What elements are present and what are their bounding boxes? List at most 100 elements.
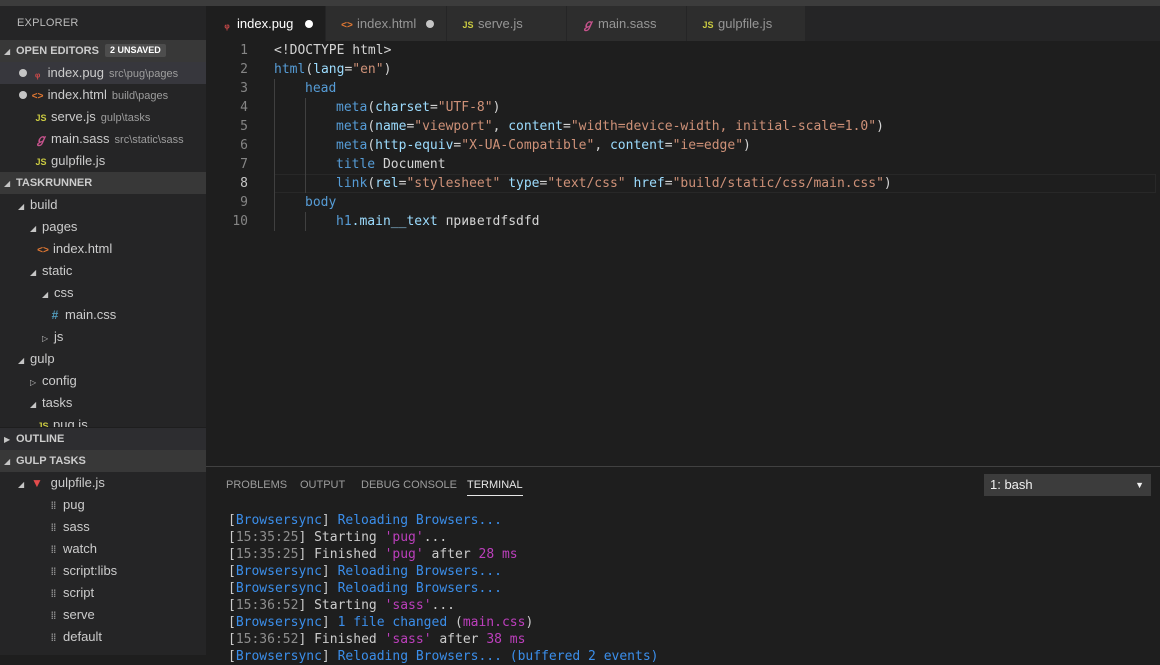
section-gulp-tasks[interactable]: ◢ GULP TASKS	[0, 450, 206, 472]
html-file-icon: <>	[31, 91, 44, 102]
section-label: GULP TASKS	[16, 455, 86, 467]
terminal-line: [15:36:52] Finished 'sass' after 38 ms	[228, 632, 526, 647]
tab-index-pug[interactable]: ᵩ index.pug	[206, 6, 326, 41]
gulp-task-item[interactable]: ⁞⁞ script:libs	[0, 560, 206, 582]
code-line: body	[305, 193, 336, 212]
code-editor[interactable]: 1 2 3 4 5 6 7 8 9 10 <!DOCTYPE html> htm…	[206, 41, 1160, 466]
string-token: "X-UA-Compatible"	[461, 138, 595, 153]
tab-label: index.pug	[237, 16, 294, 31]
terminal-line: [Browsersync] Reloading Browsers... (buf…	[228, 649, 659, 664]
gulp-task-item[interactable]: ⁞⁞ sass	[0, 516, 206, 538]
section-taskrunner[interactable]: ◢ TASKRUNNER	[0, 172, 206, 194]
tree-folder-css[interactable]: ◢ css	[0, 282, 206, 304]
pug-file-icon: ᵩ	[34, 68, 41, 80]
section-label: OUTLINE	[16, 433, 65, 445]
tab-terminal[interactable]: TERMINAL	[467, 479, 523, 496]
string-token: "UTF-8"	[437, 100, 493, 115]
gulp-task-item[interactable]: ⁞⁞ watch	[0, 538, 206, 560]
tree-file-main-css[interactable]: # main.css	[0, 304, 206, 326]
section-open-editors[interactable]: ◢ OPEN EDITORS 2 UNSAVED	[0, 40, 206, 62]
open-editor-item[interactable]: JS serve.js gulp\tasks	[0, 106, 206, 128]
open-editor-item[interactable]: ℊ main.sass src\static\sass	[0, 128, 206, 150]
chevron-down-icon: ◢	[18, 480, 25, 489]
tab-serve-js[interactable]: JS serve.js	[447, 6, 567, 41]
explorer-sidebar: EXPLORER ◢ OPEN EDITORS 2 UNSAVED ᵩ index.p…	[0, 6, 206, 655]
unsaved-dot-icon[interactable]	[19, 69, 27, 77]
attr-token: name	[375, 119, 407, 134]
task-token: 'pug'	[384, 547, 424, 562]
string-token: "viewport"	[414, 119, 493, 134]
gulp-task-item[interactable]: ⁞⁞ default	[0, 626, 206, 648]
tab-debug-console[interactable]: DEBUG CONSOLE	[361, 479, 457, 495]
tag-token: meta	[336, 119, 368, 134]
string-token: "text/css"	[547, 176, 626, 191]
tab-main-sass[interactable]: ℊ main.sass	[567, 6, 687, 41]
js-file-icon: JS	[37, 421, 49, 427]
open-editor-item[interactable]: <> index.html build\pages	[0, 84, 206, 106]
tree-folder-pages[interactable]: ◢ pages	[0, 216, 206, 238]
terminal-output[interactable]: [Browsersync] Reloading Browsers... [15:…	[228, 512, 659, 665]
grip-icon: ⁞⁞	[50, 589, 57, 600]
file-path: src\pug\pages	[109, 68, 179, 80]
tree-folder-config[interactable]: ▷ config	[0, 370, 206, 392]
duration-token: 28 ms	[478, 547, 518, 562]
gulp-task-item[interactable]: ⁞⁞ pug	[0, 494, 206, 516]
code-line: h1.main__text приветdfsdfd	[336, 212, 540, 231]
bs-token: Browsersync	[235, 564, 322, 579]
tag-token: link	[336, 176, 368, 191]
file-label: pug.js	[53, 417, 88, 427]
folder-label: css	[54, 285, 74, 300]
js-file-icon: JS	[35, 157, 47, 167]
file-name: gulpfile.js	[51, 153, 106, 168]
attr-token: lang	[313, 62, 345, 77]
task-token: 'sass'	[384, 632, 432, 647]
unsaved-dot-icon[interactable]	[19, 91, 27, 99]
chevron-down-icon: ◢	[18, 356, 25, 365]
chevron-down-icon: ◢	[4, 47, 11, 56]
msg-token: ...	[431, 598, 456, 613]
code-line: head	[305, 79, 336, 98]
gulpfile-node[interactable]: ◢ ▼ gulpfile.js	[0, 472, 206, 494]
unsaved-dot-icon[interactable]	[426, 20, 434, 28]
tree-folder-js[interactable]: ▷ js	[0, 326, 206, 348]
code-line: meta(name="viewport", content="width=dev…	[336, 119, 884, 134]
string-token: "stylesheet"	[406, 176, 501, 191]
text-token: приветdfsdfd	[445, 214, 540, 229]
attr-token: href	[633, 176, 665, 191]
js-file-icon: JS	[462, 20, 474, 30]
terminal-line: [Browsersync] Reloading Browsers...	[228, 581, 502, 596]
chevron-down-icon: ◢	[30, 400, 37, 409]
tree-file-index-html[interactable]: <> index.html	[0, 238, 206, 260]
gulp-task-item[interactable]: ⁞⁞ script	[0, 582, 206, 604]
open-editor-item[interactable]: ᵩ index.pug src\pug\pages	[0, 62, 206, 84]
tree-folder-build[interactable]: ◢ build	[0, 194, 206, 216]
tree-folder-tasks[interactable]: ◢ tasks	[0, 392, 206, 414]
task-label: pug	[63, 497, 85, 512]
tab-index-html[interactable]: <> index.html	[326, 6, 447, 41]
tab-output[interactable]: OUTPUT	[300, 479, 345, 495]
line-number: 9	[240, 195, 248, 210]
section-outline[interactable]: ▶ OUTLINE	[0, 427, 206, 450]
open-editor-item[interactable]: JS gulpfile.js	[0, 150, 206, 172]
tab-problems[interactable]: PROBLEMS	[226, 479, 287, 495]
file-label: index.html	[53, 241, 113, 256]
msg-token: after	[439, 632, 479, 647]
tag-token: h1	[336, 214, 352, 229]
line-number: 1	[240, 43, 248, 58]
msg-token: Finished	[314, 632, 377, 647]
terminal-select-value: 1: bash	[990, 477, 1033, 492]
tab-gulpfile-js[interactable]: JS gulpfile.js	[687, 6, 806, 41]
terminal-select[interactable]: 1: bash ▼	[984, 474, 1151, 496]
css-file-icon: #	[51, 308, 59, 322]
file-path: src\static\sass	[114, 134, 184, 146]
line-number: 2	[240, 62, 248, 77]
file-path: gulp\tasks	[100, 112, 151, 124]
unsaved-dot-icon[interactable]	[305, 20, 313, 28]
tree-folder-static[interactable]: ◢ static	[0, 260, 206, 282]
gulp-task-item[interactable]: ⁞⁞ serve	[0, 604, 206, 626]
msg-token: 1 file changed	[337, 615, 448, 630]
tree-file-pug-js[interactable]: JS pug.js	[0, 414, 206, 427]
msg-token: Reloading Browsers...	[337, 649, 502, 664]
tree-folder-gulp[interactable]: ◢ gulp	[0, 348, 206, 370]
timestamp-token: 15:36:52	[235, 598, 299, 613]
